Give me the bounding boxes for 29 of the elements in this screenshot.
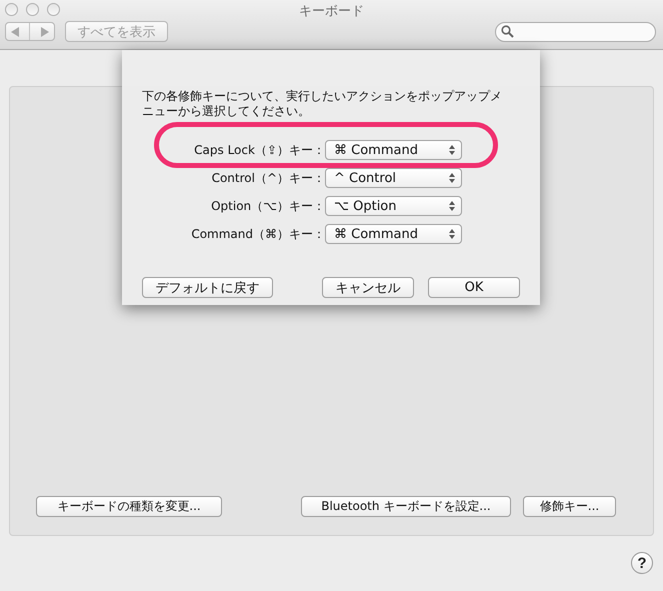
window-title: キーボード (299, 2, 364, 20)
up-down-arrows-icon (449, 201, 455, 211)
ok-button[interactable]: OK (428, 277, 520, 298)
restore-defaults-button[interactable]: デフォルトに戻す (142, 277, 273, 298)
back-icon[interactable] (10, 26, 20, 36)
key-label: Caps Lock（⇪）キー： (193, 142, 325, 158)
search-icon (501, 25, 514, 38)
cancel-button[interactable]: キャンセル (322, 277, 414, 298)
minimize-button[interactable] (26, 3, 39, 16)
search-field[interactable] (495, 22, 656, 42)
forward-icon[interactable] (40, 26, 50, 36)
key-label: Option（⌥）キー： (210, 198, 325, 214)
zoom-button[interactable] (47, 3, 60, 16)
action-popup[interactable]: ^ Control (325, 168, 462, 188)
keyboard-type-button[interactable]: キーボードの種類を変更... (36, 496, 222, 517)
up-down-arrows-icon (449, 145, 455, 155)
back-forward-control[interactable] (5, 22, 55, 41)
sheet-message: 下の各修飾キーについて、実行したいアクションをポップアップメニューから選択してください。 (142, 89, 503, 119)
key-label: Control（^）キー： (210, 170, 325, 186)
action-popup[interactable]: ⌥ Option (325, 196, 462, 216)
up-down-arrows-icon (449, 229, 455, 239)
up-down-arrows-icon (449, 173, 455, 183)
key-label: Command（⌘）キー： (190, 226, 325, 242)
help-button[interactable]: ? (631, 552, 653, 574)
modifier-keys-button[interactable]: 修飾キー... (523, 496, 616, 517)
close-button[interactable] (5, 3, 18, 16)
action-popup[interactable]: ⌘ Command (325, 224, 462, 244)
action-popup[interactable]: ⌘ Command (325, 140, 462, 160)
bluetooth-setup-button[interactable]: Bluetooth キーボードを設定... (301, 496, 511, 517)
